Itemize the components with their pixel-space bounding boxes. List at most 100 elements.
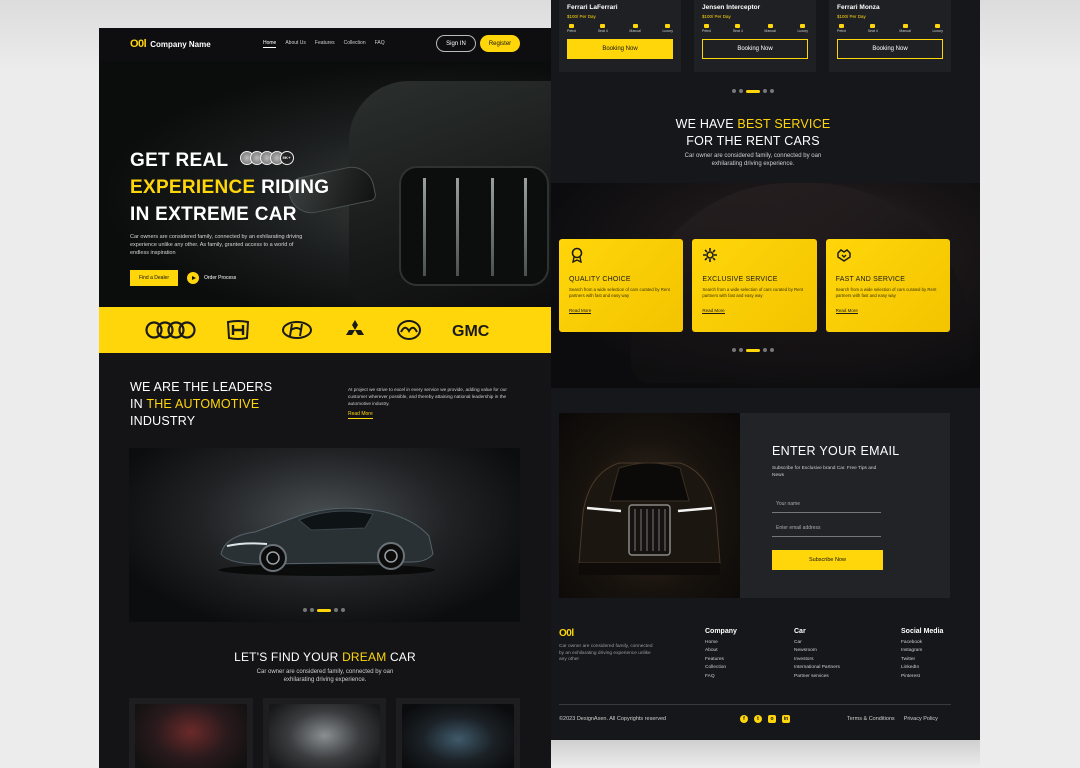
carousel-dot[interactable] bbox=[739, 89, 743, 93]
carousel-dot[interactable] bbox=[341, 608, 345, 612]
nav-link-about[interactable]: About Us bbox=[285, 40, 306, 48]
facebook-icon[interactable]: f bbox=[740, 715, 748, 723]
register-button[interactable]: Register bbox=[480, 35, 520, 52]
logo[interactable]: O0l Company Name bbox=[130, 38, 211, 50]
terms-link[interactable]: Terms & Conditions bbox=[847, 716, 895, 722]
play-icon bbox=[187, 272, 199, 284]
car-image bbox=[135, 704, 247, 768]
best-desc-line2: exhilarating driving experience. bbox=[711, 161, 795, 167]
footer-link[interactable]: Features bbox=[705, 656, 737, 664]
nav-link-collection[interactable]: Collection bbox=[344, 40, 366, 48]
email-heading: ENTER YOUR EMAIL bbox=[772, 444, 900, 458]
fuel-icon bbox=[569, 24, 575, 28]
hero-car-grille bbox=[399, 166, 549, 286]
booking-button[interactable]: Booking Now bbox=[567, 39, 673, 59]
carousel-dot[interactable] bbox=[310, 608, 314, 612]
service-read-more-link[interactable]: Read More bbox=[702, 308, 725, 314]
nav-link-home[interactable]: Home bbox=[263, 40, 277, 48]
spec-class: Luxury bbox=[797, 24, 808, 33]
email-description: Subscribe for Exclusive brand Car. Free … bbox=[772, 466, 877, 478]
rent-car-price: $100/ Per Day bbox=[702, 14, 731, 19]
dream-car-card[interactable] bbox=[262, 698, 387, 768]
footer-column-title: Company bbox=[705, 628, 737, 635]
footer-link[interactable]: FAQ bbox=[705, 673, 737, 681]
twitter-icon[interactable]: t bbox=[754, 715, 762, 723]
carousel-dot[interactable] bbox=[303, 608, 307, 612]
subscribe-button[interactable]: Subscribe Now bbox=[772, 550, 883, 570]
leaders-read-more-link[interactable]: Read More bbox=[348, 411, 373, 419]
footer-link[interactable]: Twitter bbox=[901, 656, 943, 664]
fuel-icon bbox=[704, 24, 710, 28]
rent-car-specs: Petrol Seat 4 Manual Luxury bbox=[567, 24, 673, 33]
nav-link-features[interactable]: Features bbox=[315, 40, 335, 48]
find-dealer-button[interactable]: Find a Dealer bbox=[130, 270, 178, 286]
footer-link[interactable]: Instagram bbox=[901, 647, 943, 655]
email-input[interactable]: Enter email address bbox=[772, 519, 881, 537]
leaders-heading: WE ARE THE LEADERS IN THE AUTOMOTIVE IND… bbox=[130, 379, 272, 430]
best-title-accent: BEST SERVICE bbox=[737, 117, 831, 131]
instagram-icon[interactable]: o bbox=[768, 715, 776, 723]
showcase-carousel-dots bbox=[303, 608, 345, 612]
footer-link[interactable]: Collection bbox=[705, 664, 737, 672]
footer-link[interactable]: Car bbox=[794, 639, 840, 647]
privacy-link[interactable]: Privacy Policy bbox=[904, 716, 938, 722]
best-service-description: Car owner are considered family, connect… bbox=[551, 152, 955, 168]
linkedin-icon[interactable]: in bbox=[782, 715, 790, 723]
rent-card: Ferrari Monza $100/ Per Day Petrol Seat … bbox=[829, 0, 951, 72]
footer-logo[interactable]: O0l bbox=[559, 628, 574, 639]
signin-button[interactable]: Sign IN bbox=[436, 35, 476, 52]
best-service-heading: WE HAVE BEST SERVICE FOR THE RENT CARS bbox=[551, 116, 955, 150]
footer-link[interactable]: Pinterest bbox=[901, 673, 943, 681]
spec-label: Seat 4 bbox=[732, 29, 743, 33]
nav-link-faq[interactable]: FAQ bbox=[375, 40, 385, 48]
carousel-dot-active[interactable] bbox=[746, 348, 760, 352]
footer-link[interactable]: Home bbox=[705, 639, 737, 647]
footer-link[interactable]: LinkedIn bbox=[901, 664, 943, 672]
car-image bbox=[268, 704, 381, 768]
footer-link[interactable]: Newsroom bbox=[794, 647, 840, 655]
carousel-dot[interactable] bbox=[739, 348, 743, 352]
rent-car-cards: Ferrari LaFerrari $100/ Per Day Petrol S… bbox=[559, 0, 951, 72]
top-nav: O0l Company Name Home About Us Features … bbox=[99, 28, 551, 61]
leaders-line1: WE ARE THE LEADERS bbox=[130, 380, 273, 394]
footer-link[interactable]: Facebook bbox=[901, 639, 943, 647]
leaders-description: At project we strive to excel in every s… bbox=[348, 387, 507, 406]
dream-car-description: Car owner are considered family, connect… bbox=[99, 668, 551, 684]
footer-column-car: Car Car Newsroom Investors International… bbox=[794, 628, 840, 681]
footer-link[interactable]: About bbox=[705, 647, 737, 655]
carousel-dot[interactable] bbox=[732, 89, 736, 93]
carousel-dot[interactable] bbox=[770, 348, 774, 352]
service-description: Search from a wide selection of cars cur… bbox=[569, 287, 670, 298]
footer-link[interactable]: International Partners bbox=[794, 664, 840, 672]
carousel-dot[interactable] bbox=[334, 608, 338, 612]
award-icon bbox=[571, 247, 583, 264]
carousel-dot[interactable] bbox=[763, 348, 767, 352]
showcase-car bbox=[219, 507, 435, 576]
carousel-dot[interactable] bbox=[763, 89, 767, 93]
order-process-button[interactable]: Order Process bbox=[187, 272, 236, 284]
company-name: Company Name bbox=[150, 39, 211, 49]
carousel-dot[interactable] bbox=[732, 348, 736, 352]
booking-button[interactable]: Booking Now bbox=[837, 39, 943, 59]
service-read-more-link[interactable]: Read More bbox=[569, 308, 592, 314]
dream-car-card[interactable] bbox=[396, 698, 521, 768]
carousel-dot-active[interactable] bbox=[746, 89, 760, 93]
carousel-dot[interactable] bbox=[770, 89, 774, 93]
booking-button[interactable]: Booking Now bbox=[702, 39, 808, 59]
spec-fuel: Petrol bbox=[567, 24, 576, 33]
spec-label: Luxury bbox=[797, 29, 808, 33]
leaders-line2-pre: IN bbox=[130, 397, 147, 411]
audi-logo bbox=[144, 320, 196, 340]
service-read-more-link[interactable]: Read More bbox=[835, 308, 858, 314]
spec-transmission: Manual bbox=[899, 24, 911, 33]
grille-bar bbox=[423, 178, 426, 276]
footer-about: Car owner are considered family, connect… bbox=[559, 644, 653, 662]
dream-car-card[interactable] bbox=[129, 698, 253, 768]
footer-link[interactable]: Investors bbox=[794, 656, 840, 664]
hero-title: GET REAL 5K+ EXPERIENCE RIDING IN EXTREM… bbox=[130, 147, 329, 228]
rent-car-name: Ferrari Monza bbox=[837, 4, 880, 11]
name-input[interactable]: Your name bbox=[772, 495, 881, 513]
grille-bar bbox=[456, 178, 459, 276]
carousel-dot-active[interactable] bbox=[317, 608, 331, 612]
footer-link[interactable]: Partner services bbox=[794, 673, 840, 681]
